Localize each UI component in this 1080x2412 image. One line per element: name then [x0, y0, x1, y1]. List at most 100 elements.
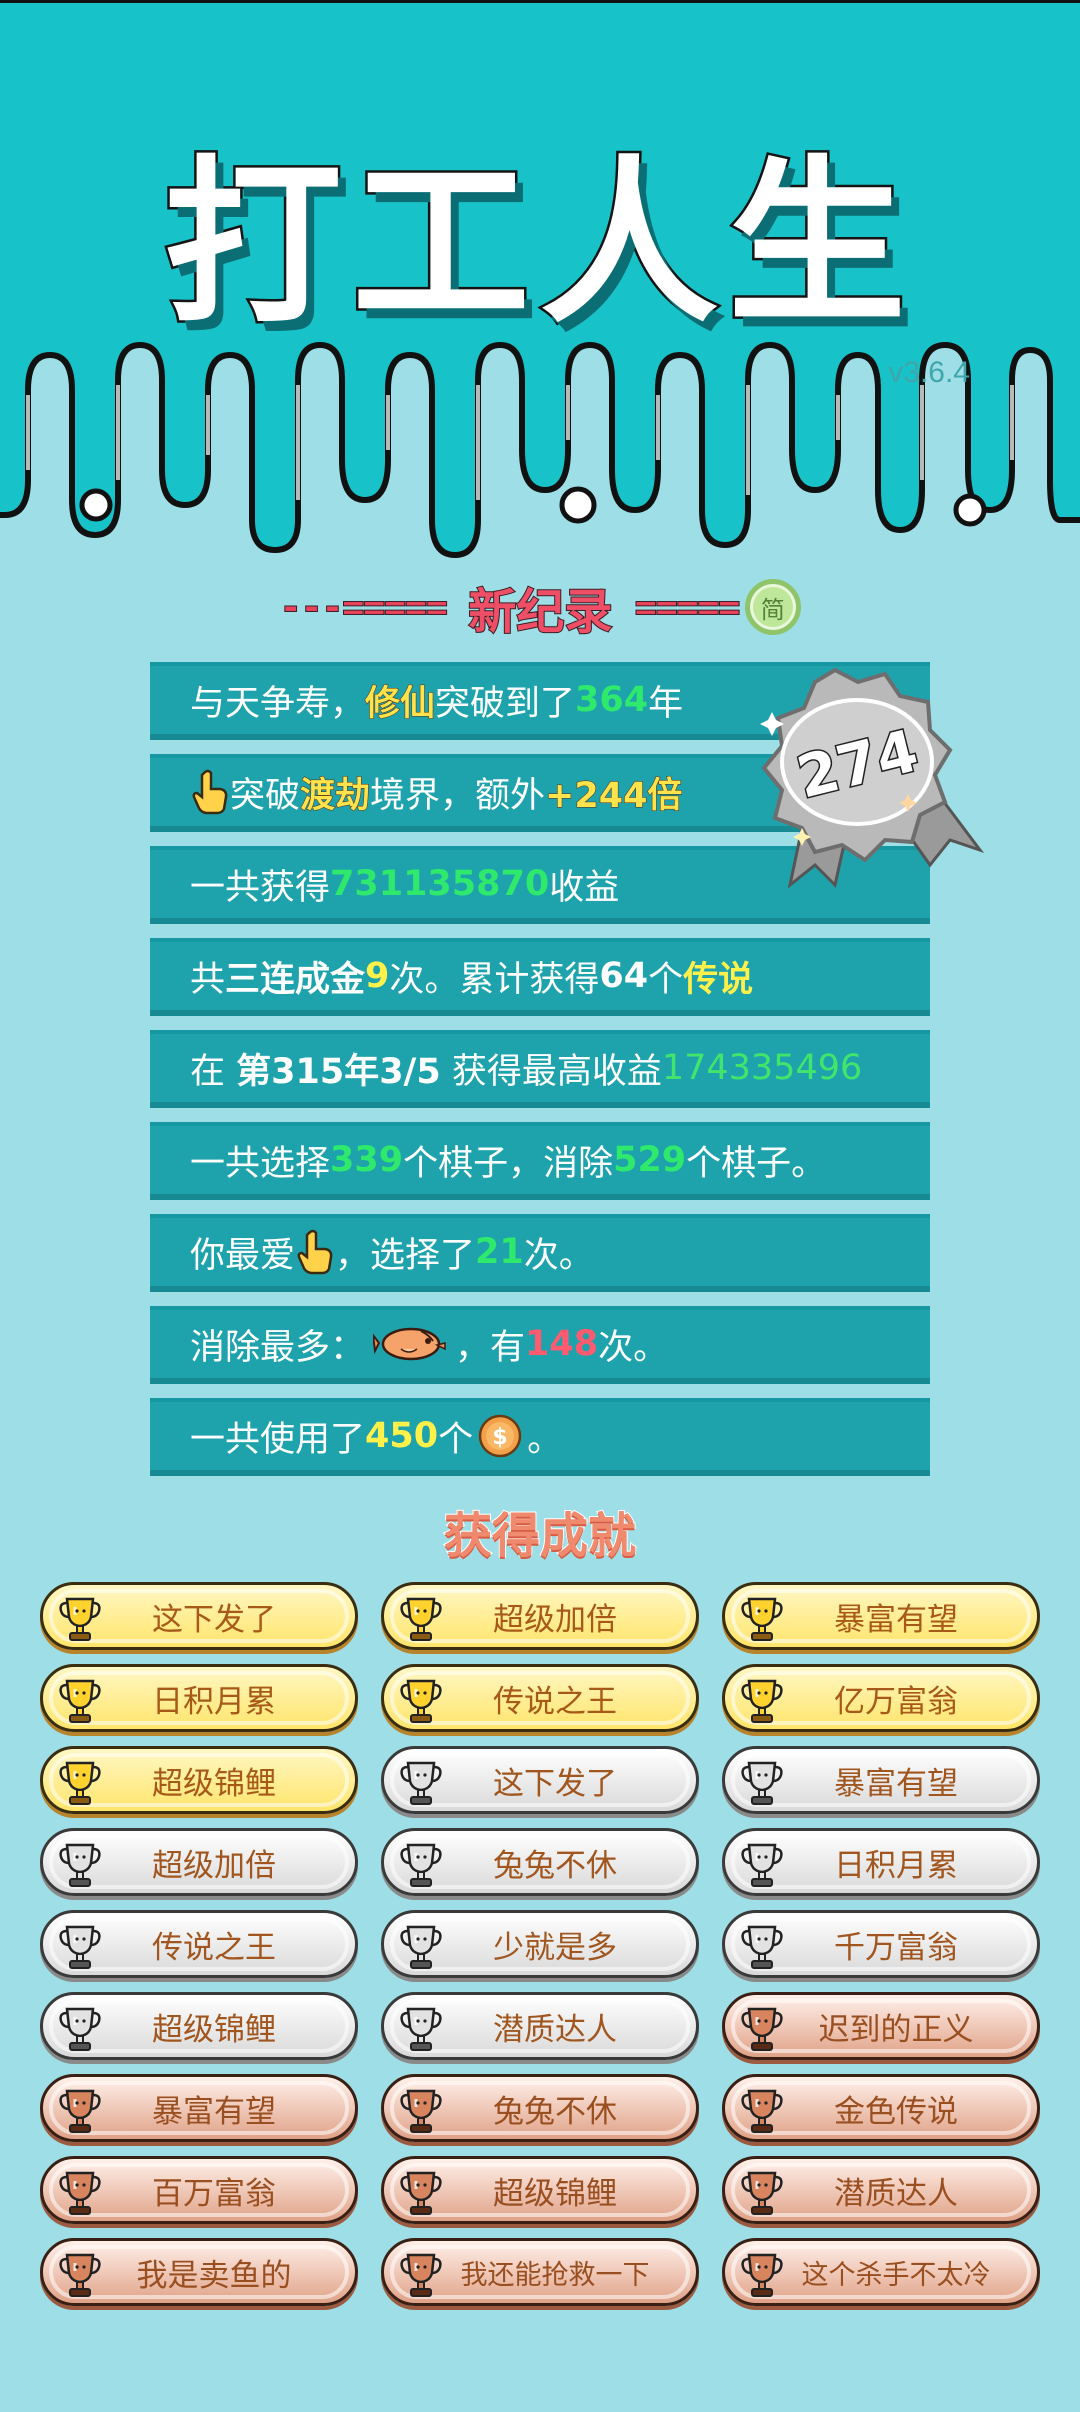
trophy-icon	[400, 2089, 442, 2133]
achievement-badge[interactable]: 我还能抢救一下	[381, 2238, 699, 2306]
trophy-icon	[400, 1925, 442, 1969]
achievement-label: 兔兔不休	[493, 2093, 617, 2130]
stat-row-favorite: 你最爱 ，选择了 21 次。	[150, 1214, 930, 1292]
achievement-badge[interactable]: 兔兔不休	[381, 1828, 699, 1896]
achievement-label: 我还能抢救一下	[460, 2259, 650, 2291]
achievement-badge[interactable]: 日积月累	[722, 1828, 1040, 1896]
trophy-icon	[741, 2253, 783, 2297]
achievement-badge[interactable]: 潜质达人	[722, 2156, 1040, 2224]
trophy-icon	[400, 1597, 442, 1641]
achievement-badge[interactable]: 百万富翁	[40, 2156, 358, 2224]
achievements-title: 获得成就	[443, 1507, 637, 1565]
trophy-icon	[400, 1679, 442, 1723]
achievement-label: 这个杀手不太冷	[801, 2259, 991, 2291]
record-dashes-right: =====	[634, 585, 741, 630]
achievement-label: 日积月累	[834, 1847, 958, 1884]
achievement-badge[interactable]: 超级加倍	[381, 1582, 699, 1650]
stat-row-most-eliminated: 消除最多： ，有 148 次。	[150, 1306, 930, 1384]
version-label: v3.6.4	[888, 356, 970, 389]
trophy-icon	[400, 2171, 442, 2215]
achievement-label: 超级加倍	[152, 1847, 276, 1884]
game-title: 打工人生	[162, 138, 916, 350]
achievement-label: 迟到的正义	[818, 2011, 974, 2048]
record-dashes-left: ---=====	[279, 585, 449, 630]
stat-row-coins-used: 一共使用了 450 个 $ 。	[150, 1398, 930, 1476]
achievement-badge[interactable]: 金色传说	[722, 2074, 1040, 2142]
achievement-badge[interactable]: 传说之王	[40, 1910, 358, 1978]
achievement-badge[interactable]: 日积月累	[40, 1664, 358, 1732]
achievement-badge[interactable]: 传说之王	[381, 1664, 699, 1732]
trophy-icon	[59, 1679, 101, 1723]
achievement-badge[interactable]: 少就是多	[381, 1910, 699, 1978]
achievements-grid: 这下发了 超级加倍 暴富有望 日积月累 传说之王 亿万富翁 超级锦鲤 这下发了 暴富有望 超级加倍…	[40, 1582, 1040, 2306]
trophy-icon	[59, 2089, 101, 2133]
pointing-hand-icon	[192, 769, 228, 815]
achievement-label: 日积月累	[152, 1683, 276, 1720]
achievement-badge[interactable]: 暴富有望	[722, 1582, 1040, 1650]
trophy-icon	[741, 2171, 783, 2215]
achievement-label: 传说之王	[152, 1929, 276, 1966]
achievement-badge[interactable]: 兔兔不休	[381, 2074, 699, 2142]
achievement-badge[interactable]: 暴富有望	[722, 1746, 1040, 1814]
achievement-label: 超级锦鲤	[493, 2175, 617, 2212]
trophy-icon	[59, 1843, 101, 1887]
achievement-label: 潜质达人	[834, 2175, 958, 2212]
achievement-badge[interactable]: 这下发了	[381, 1746, 699, 1814]
trophy-icon	[741, 1679, 783, 1723]
achievement-badge[interactable]: 亿万富翁	[722, 1664, 1040, 1732]
trophy-icon	[59, 1597, 101, 1641]
trophy-icon	[400, 1761, 442, 1805]
achievement-badge[interactable]: 超级加倍	[40, 1828, 358, 1896]
trophy-icon	[400, 1843, 442, 1887]
achievement-badge[interactable]: 暴富有望	[40, 2074, 358, 2142]
stat-row-pieces: 一共选择 339 个棋子，消除 529 个棋子。	[150, 1122, 930, 1200]
trophy-icon	[741, 2089, 783, 2133]
achievement-label: 暴富有望	[834, 1601, 958, 1638]
achievement-label: 我是卖鱼的	[136, 2257, 292, 2294]
coin-icon: $	[478, 1414, 522, 1458]
achievement-label: 暴富有望	[834, 1765, 958, 1802]
achievement-badge[interactable]: 潜质达人	[381, 1992, 699, 2060]
achievement-label: 兔兔不休	[493, 1847, 617, 1884]
trophy-icon	[741, 1761, 783, 1805]
achievement-badge[interactable]: 超级锦鲤	[381, 2156, 699, 2224]
achievement-label: 少就是多	[493, 1929, 617, 1966]
achievement-label: 暴富有望	[152, 2093, 276, 2130]
trophy-icon	[59, 1761, 101, 1805]
achievement-label: 超级锦鲤	[152, 2011, 276, 2048]
trophy-icon	[400, 2253, 442, 2297]
stat-row-triple-gold: 共三连成金 9 次。累计获得 64 个传说	[150, 938, 930, 1016]
achievement-label: 这下发了	[493, 1765, 617, 1802]
achievement-label: 超级加倍	[493, 1601, 617, 1638]
achievement-label: 金色传说	[834, 2093, 958, 2130]
trophy-icon	[741, 1843, 783, 1887]
trophy-icon	[59, 2007, 101, 2051]
trophy-icon	[59, 2253, 101, 2297]
achievement-label: 潜质达人	[493, 2011, 617, 2048]
achievement-badge[interactable]: 超级锦鲤	[40, 1992, 358, 2060]
achievement-label: 亿万富翁	[834, 1683, 958, 1720]
stat-row-max-income: 在 第315年3/5 获得最高收益 174335496	[150, 1030, 930, 1108]
record-header: ---===== 新纪录 ===== 简	[0, 572, 1080, 642]
svg-text:$: $	[492, 1425, 507, 1450]
achievement-label: 这下发了	[152, 1601, 276, 1638]
trophy-icon	[741, 1597, 783, 1641]
trophy-icon	[59, 2171, 101, 2215]
achievement-badge[interactable]: 迟到的正义	[722, 1992, 1040, 2060]
achievement-badge[interactable]: 这下发了	[40, 1582, 358, 1650]
medal-ribbon-icon: 274	[760, 667, 985, 889]
achievement-label: 超级锦鲤	[152, 1765, 276, 1802]
achievement-badge[interactable]: 我是卖鱼的	[40, 2238, 358, 2306]
achievement-badge[interactable]: 千万富翁	[722, 1910, 1040, 1978]
achievement-label: 千万富翁	[834, 1929, 958, 1966]
simplified-toggle-button[interactable]: 简	[744, 579, 801, 635]
record-title: 新纪录	[467, 583, 613, 641]
achievement-badge[interactable]: 超级锦鲤	[40, 1746, 358, 1814]
pointing-hand-icon	[297, 1229, 333, 1275]
achievement-label: 传说之王	[493, 1683, 617, 1720]
trophy-icon	[59, 1925, 101, 1969]
achievement-label: 百万富翁	[152, 2175, 276, 2212]
achievement-badge[interactable]: 这个杀手不太冷	[722, 2238, 1040, 2306]
header-banner: 打工人生 v3.6.4	[0, 0, 1080, 560]
trophy-icon	[400, 2007, 442, 2051]
